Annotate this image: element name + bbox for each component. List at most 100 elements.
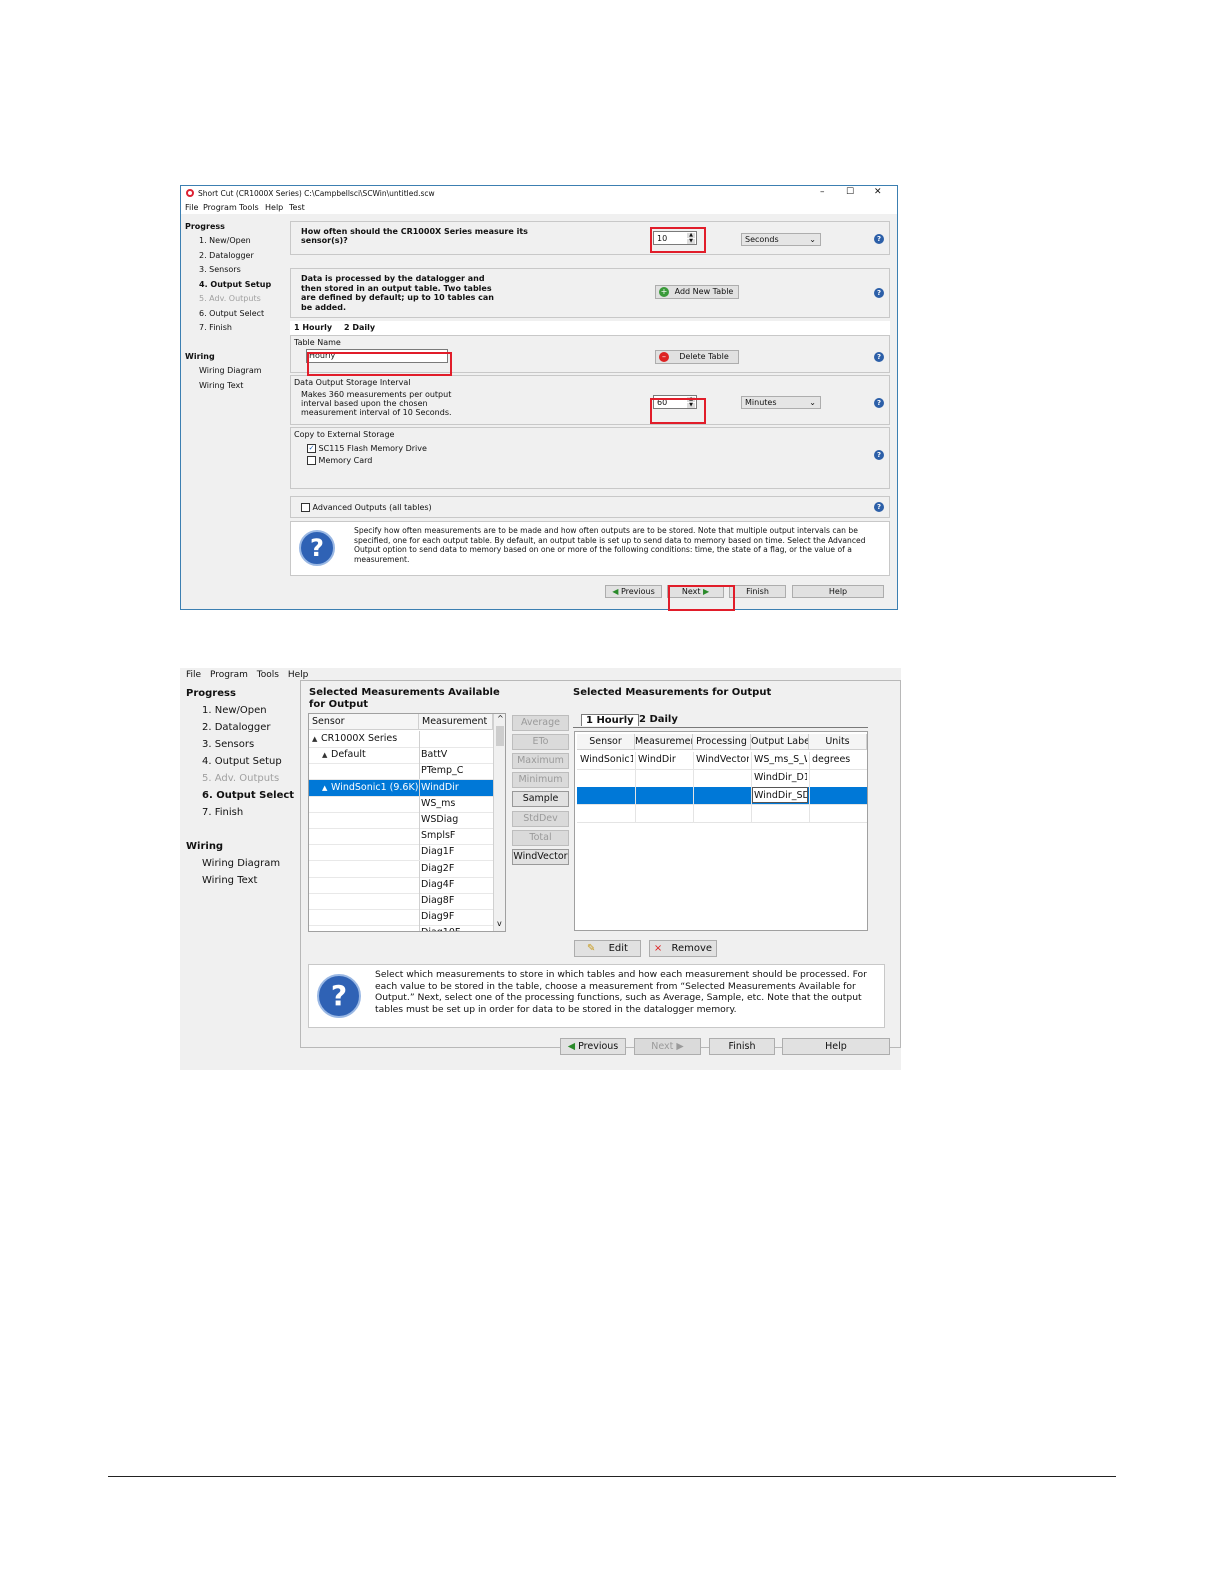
- menu-tools[interactable]: Tools: [257, 670, 279, 680]
- previous-button[interactable]: ◀ Previous: [605, 585, 662, 598]
- advanced-outputs-checkbox[interactable]: Advanced Outputs (all tables): [301, 503, 432, 512]
- maximize-button[interactable]: ☐: [846, 187, 854, 197]
- delete-table-button[interactable]: – Delete Table: [655, 350, 739, 364]
- column-header-measurement[interactable]: Measurement: [635, 734, 693, 750]
- help-button[interactable]: Help: [782, 1038, 890, 1055]
- memory-card-checkbox[interactable]: Memory Card: [307, 456, 372, 465]
- checkbox-unchecked-icon: [301, 503, 310, 512]
- progress-item-output-select[interactable]: 6. Output Select: [202, 790, 294, 801]
- list-item[interactable]: WSDiag: [309, 812, 493, 829]
- tab-daily[interactable]: 2 Daily: [639, 714, 678, 725]
- list-item[interactable]: Diag2F: [309, 860, 493, 878]
- wiring-diagram-link[interactable]: Wiring Diagram: [202, 858, 280, 869]
- list-item[interactable]: Diag10F: [309, 925, 493, 931]
- finish-button[interactable]: Finish: [709, 1038, 775, 1055]
- output-cell-label[interactable]: WindDir_SD1_WVT: [752, 787, 808, 803]
- scroll-up-icon[interactable]: ^: [497, 714, 504, 723]
- wiring-diagram-link[interactable]: Wiring Diagram: [199, 366, 262, 375]
- sensor-cell: Default: [331, 749, 366, 761]
- edit-button[interactable]: ✎ Edit: [574, 940, 641, 957]
- menu-file[interactable]: File: [186, 670, 201, 680]
- list-item[interactable]: Diag4F: [309, 876, 493, 894]
- remove-button[interactable]: × Remove: [649, 940, 717, 957]
- list-item[interactable]: ▲ WindSonic1 (9.6K) WindDir: [309, 779, 493, 797]
- tab-hourly[interactable]: 1 Hourly: [581, 714, 639, 726]
- progress-item-output-setup[interactable]: 4. Output Setup: [199, 280, 271, 289]
- table-row[interactable]: WindDir_SD1_WVT: [577, 787, 867, 805]
- list-item[interactable]: Diag9F: [309, 909, 493, 927]
- help-button[interactable]: Help: [792, 585, 884, 598]
- progress-item-finish[interactable]: 7. Finish: [199, 323, 232, 332]
- help-icon[interactable]: ?: [874, 288, 884, 298]
- list-item[interactable]: ▲ Default BattV: [309, 747, 493, 765]
- menu-help[interactable]: Help: [288, 670, 309, 680]
- previous-button[interactable]: ◀ Previous: [560, 1038, 626, 1055]
- tab-daily[interactable]: 2 Daily: [344, 323, 375, 332]
- help-icon[interactable]: ?: [874, 450, 884, 460]
- list-item[interactable]: ▲ CR1000X Series: [309, 731, 493, 748]
- column-divider: [809, 787, 810, 804]
- progress-item-output-select[interactable]: 6. Output Select: [199, 309, 264, 318]
- scroll-down-icon[interactable]: v: [497, 919, 502, 928]
- measurement-cell: Diag9F: [421, 911, 455, 923]
- wiring-text-link[interactable]: Wiring Text: [202, 875, 257, 886]
- table-row[interactable]: WindSonic1 WindDir WindVector WS_ms_S_WVT de…: [577, 752, 867, 770]
- progress-item-new-open[interactable]: 1. New/Open: [199, 236, 251, 245]
- help-icon[interactable]: ?: [874, 234, 884, 244]
- column-divider: [419, 731, 420, 747]
- table-row[interactable]: [577, 804, 867, 823]
- column-divider: [419, 779, 420, 796]
- remove-x-icon: ×: [653, 943, 663, 954]
- wiring-text-link[interactable]: Wiring Text: [199, 381, 243, 390]
- progress-item-finish[interactable]: 7. Finish: [202, 807, 243, 818]
- sc115-label: SC115 Flash Memory Drive: [318, 444, 427, 453]
- list-item[interactable]: Diag1F: [309, 844, 493, 862]
- column-divider: [419, 828, 420, 845]
- measurement-cell: WS_ms: [421, 797, 456, 809]
- table-row[interactable]: WindDir_D1_WVT: [577, 769, 867, 788]
- progress-item-new-open[interactable]: 1. New/Open: [202, 705, 267, 716]
- column-header-processing[interactable]: Processing: [693, 734, 751, 750]
- help-icon[interactable]: ?: [874, 398, 884, 408]
- column-header-sensor[interactable]: Sensor: [309, 714, 419, 730]
- progress-item-output-setup[interactable]: 4. Output Setup: [202, 756, 282, 767]
- measure-unit-select[interactable]: Seconds ⌄: [741, 233, 821, 246]
- column-header-units[interactable]: Units: [809, 734, 867, 750]
- measure-question: How often should the CR1000X Series meas…: [301, 227, 528, 245]
- help-icon[interactable]: ?: [874, 352, 884, 362]
- close-button[interactable]: ✕: [874, 187, 882, 197]
- shortcut-window-output-setup: Short Cut (CR1000X Series) C:\Campbellsc…: [180, 185, 898, 610]
- vertical-scrollbar[interactable]: ^ v: [493, 714, 505, 931]
- menu-help[interactable]: Help: [265, 203, 283, 212]
- tab-hourly[interactable]: 1 Hourly: [294, 323, 332, 332]
- column-header-output-label[interactable]: Output Label: [751, 734, 809, 750]
- menu-file[interactable]: File: [185, 203, 198, 212]
- list-item[interactable]: Diag8F: [309, 893, 493, 910]
- chevron-down-icon: ⌄: [809, 235, 816, 244]
- help-icon[interactable]: ?: [874, 502, 884, 512]
- menu-program[interactable]: Program: [210, 670, 248, 680]
- list-item[interactable]: SmplsF: [309, 828, 493, 846]
- column-header-measurement[interactable]: Measurement: [419, 714, 493, 730]
- progress-item-sensors[interactable]: 3. Sensors: [202, 739, 254, 750]
- column-divider: [419, 909, 420, 926]
- next-label: Next: [651, 1041, 674, 1052]
- help-text-box: ? Select which measurements to store in …: [308, 964, 885, 1028]
- finish-button[interactable]: Finish: [729, 585, 786, 598]
- list-item[interactable]: WS_ms: [309, 795, 493, 813]
- menu-test[interactable]: Test: [289, 203, 305, 212]
- progress-item-datalogger[interactable]: 2. Datalogger: [202, 722, 270, 733]
- function-button-windvector[interactable]: WindVector: [512, 848, 569, 865]
- column-header-sensor[interactable]: Sensor: [577, 734, 635, 750]
- progress-item-sensors[interactable]: 3. Sensors: [199, 265, 241, 274]
- sc115-checkbox[interactable]: ✓ SC115 Flash Memory Drive: [307, 444, 427, 453]
- add-new-table-button[interactable]: + Add New Table: [655, 285, 739, 299]
- interval-unit-select[interactable]: Minutes ⌄: [741, 396, 821, 409]
- scroll-thumb[interactable]: [496, 726, 504, 746]
- menu-program[interactable]: Program: [203, 203, 237, 212]
- menu-tools[interactable]: Tools: [239, 203, 259, 212]
- function-button-sample[interactable]: Sample: [512, 791, 569, 808]
- list-item[interactable]: PTemp_C: [309, 763, 493, 781]
- minimize-button[interactable]: –: [820, 187, 825, 197]
- progress-item-datalogger[interactable]: 2. Datalogger: [199, 251, 254, 260]
